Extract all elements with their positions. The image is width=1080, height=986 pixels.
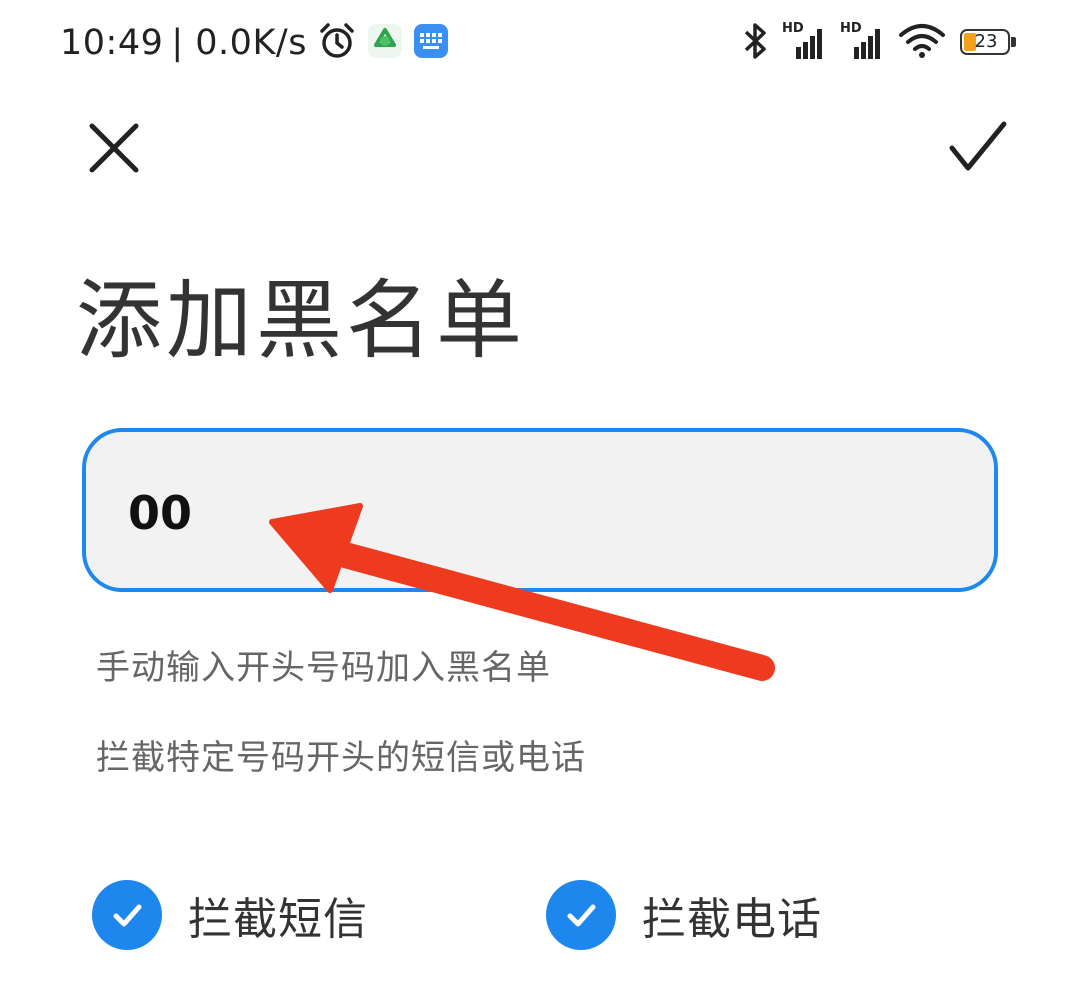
bluetooth-icon — [742, 21, 768, 65]
number-prefix-field[interactable] — [82, 428, 998, 592]
checkmark-circle-icon — [92, 880, 162, 950]
block-calls-label: 拦截电话 — [642, 894, 822, 945]
status-right: HD HD 23 — [728, 18, 1018, 68]
page-title: 添加黑名单 — [76, 271, 526, 371]
status-bar: 10:49 | 0.0K/s HD HD 23 — [0, 0, 1080, 86]
block-sms-checkbox[interactable]: 拦截短信 — [92, 880, 368, 950]
checkmark-icon — [949, 121, 1007, 171]
close-icon — [89, 123, 139, 173]
checkmark-circle-icon — [546, 880, 616, 950]
block-sms-label: 拦截短信 — [188, 894, 368, 945]
status-time: 10:49 — [60, 23, 164, 63]
status-net-speed: | 0.0K/s — [171, 23, 307, 63]
battery-icon: 23 — [960, 29, 1018, 57]
keyboard-icon — [413, 23, 449, 63]
hint-block-prefix: 拦截特定号码开头的短信或电话 — [96, 738, 586, 778]
battery-percent: 23 — [974, 31, 998, 52]
signal-hd-icon: HD — [782, 21, 826, 61]
alarm-icon — [317, 21, 357, 65]
close-button[interactable] — [82, 116, 146, 180]
wifi-icon — [898, 23, 946, 63]
number-prefix-input[interactable] — [126, 472, 950, 554]
status-left: 10:49 | 0.0K/s — [60, 18, 449, 68]
hint-manual-input: 手动输入开头号码加入黑名单 — [96, 648, 551, 688]
block-calls-checkbox[interactable]: 拦截电话 — [546, 880, 822, 950]
app-notification-icon — [367, 23, 403, 63]
confirm-button[interactable] — [940, 112, 1012, 184]
signal-hd-icon: HD — [840, 21, 884, 61]
